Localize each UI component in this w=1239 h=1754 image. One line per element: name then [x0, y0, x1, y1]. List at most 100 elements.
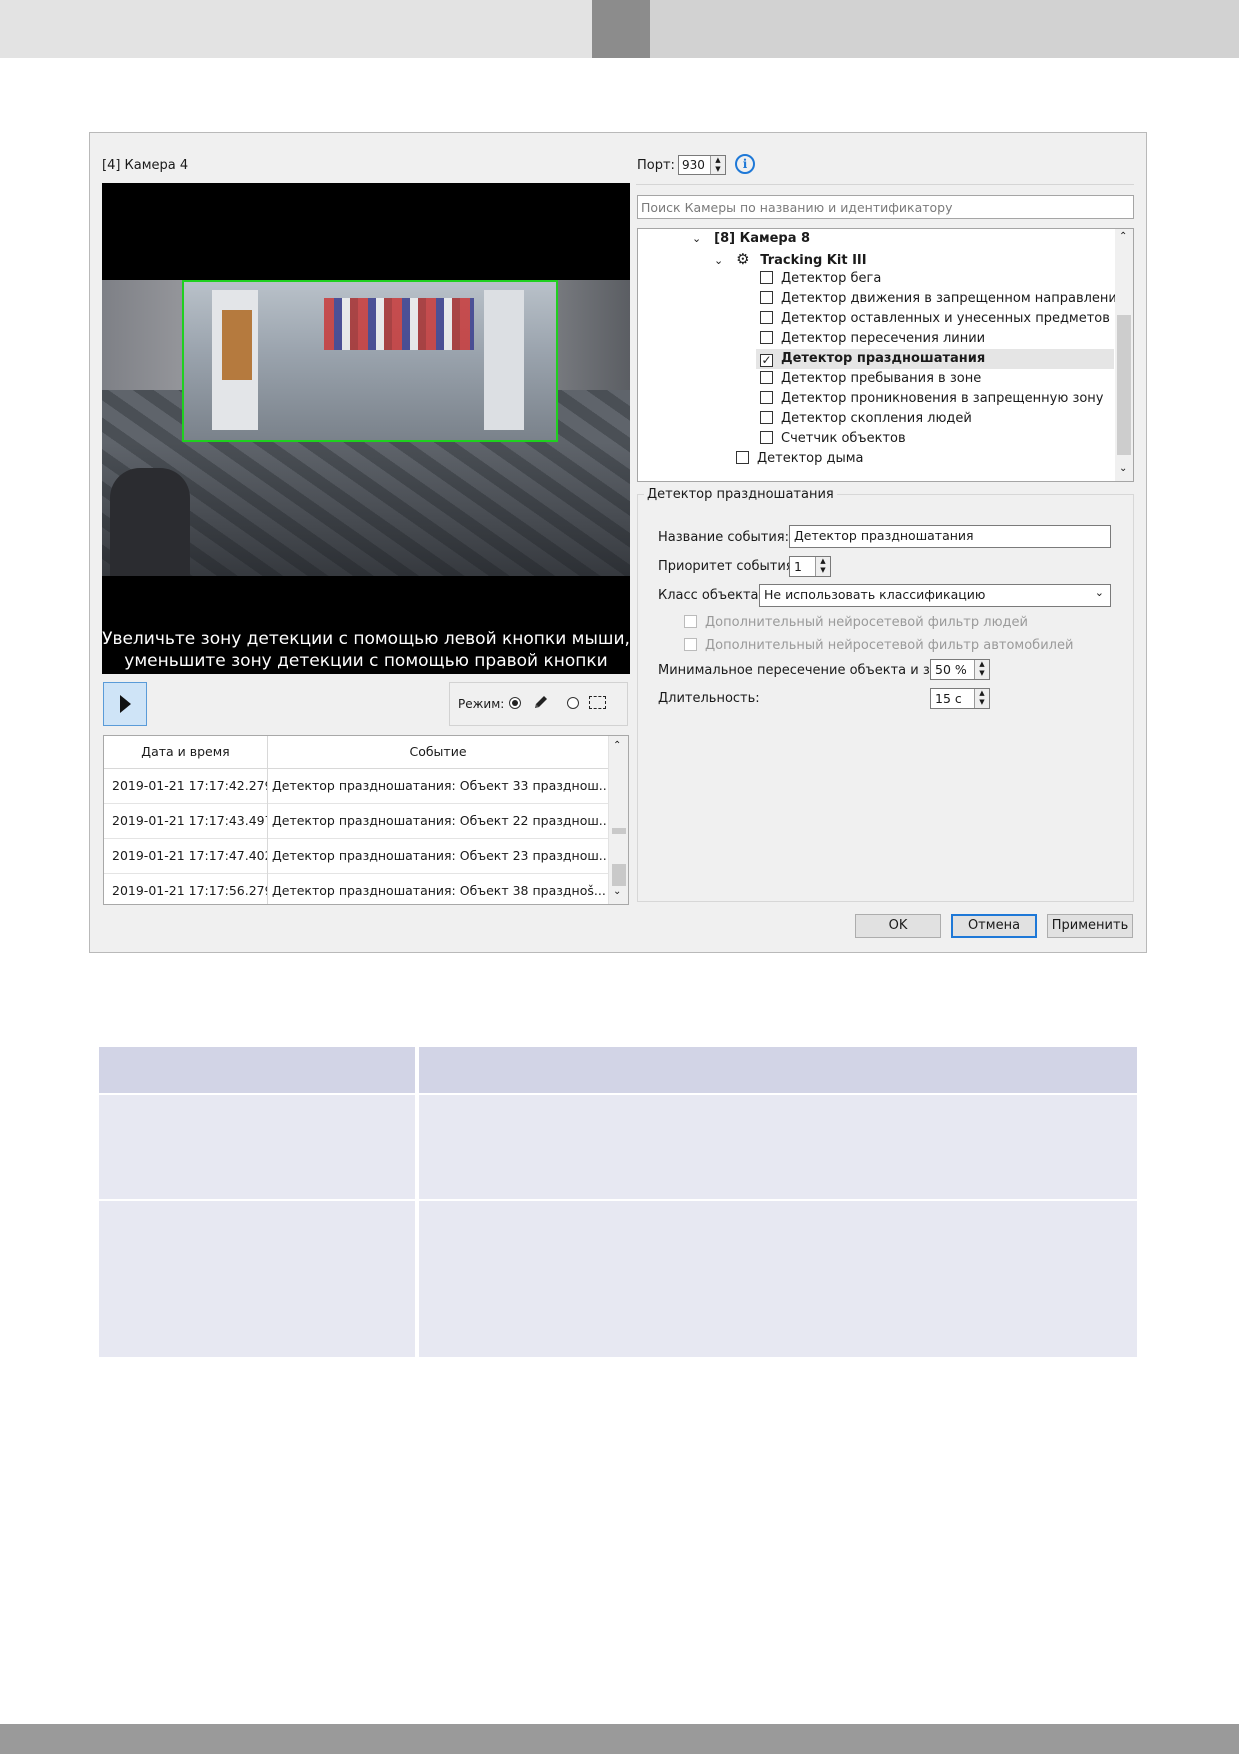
camera-search-input[interactable]: Поиск Камеры по названию и идентификатор… [637, 195, 1134, 219]
port-input[interactable]: 930 ▲ ▼ [678, 155, 726, 175]
tree-item-label: Детектор оставленных и унесенных предмет… [781, 311, 1110, 326]
object-class-select[interactable]: Не использовать классификацию ⌄ [759, 584, 1111, 607]
ok-button[interactable]: OK [855, 914, 941, 938]
table-row[interactable]: 2019-01-21 17:17:42.279 Детектор праздно… [104, 768, 608, 804]
camera-title: [4] Камера 4 [102, 158, 189, 173]
tree-kit-node[interactable]: ⌄ ⚙ Tracking Kit III [714, 249, 867, 269]
column-header-event[interactable]: Событие [268, 736, 608, 768]
chevron-down-icon[interactable]: ⌄ [692, 229, 710, 249]
tree-item-run-detector[interactable]: Детектор бега [760, 269, 881, 289]
priority-label: Приоритет события: [658, 559, 799, 574]
port-value: 930 [682, 158, 705, 172]
checkbox[interactable] [760, 271, 773, 284]
separator [636, 184, 1134, 185]
document-table [99, 1047, 1137, 1357]
table-header-cell [419, 1047, 1137, 1093]
row-time: 2019-01-21 17:17:47.402 [104, 838, 268, 873]
chevron-up-icon[interactable]: ⌃ [1119, 231, 1127, 242]
port-label: Порт: [637, 158, 675, 173]
zone-crowd [324, 298, 474, 350]
duration-label: Длительность: [658, 691, 760, 706]
min-intersection-label: Минимальное пересечение объекта и зоны: [658, 663, 961, 678]
page-header-right [650, 0, 1239, 58]
scrollbar-thumb[interactable] [612, 864, 626, 886]
tree-item-smoke-detector[interactable]: Детектор дыма [736, 449, 864, 469]
apply-button[interactable]: Применить [1047, 914, 1133, 938]
cancel-button[interactable]: Отмена [951, 914, 1037, 938]
car-filter-option[interactable]: Дополнительный нейросетевой фильтр автом… [684, 638, 1073, 653]
tree-item-crowd[interactable]: Детектор скопления людей [760, 409, 972, 429]
scrollbar-mark [612, 828, 626, 834]
car-filter-label: Дополнительный нейросетевой фильтр автом… [705, 638, 1074, 653]
page-header-tab [592, 0, 650, 58]
checkbox[interactable] [760, 331, 773, 344]
checkbox[interactable] [760, 431, 773, 444]
tree-item-label: Детектор пересечения линии [781, 331, 986, 346]
checkbox[interactable] [736, 451, 749, 464]
duration-stepper[interactable]: ▲ ▼ [974, 689, 989, 708]
stepper-up-icon[interactable]: ▲ [711, 156, 725, 165]
table-cell [99, 1201, 415, 1357]
tree-item-line-crossing[interactable]: Детектор пересечения линии [760, 329, 985, 349]
duration-input[interactable]: 15 с ▲ ▼ [930, 688, 990, 709]
tree-camera-node[interactable]: ⌄ [8] Камера 8 [692, 229, 810, 249]
zone-door [222, 310, 252, 380]
stepper-down-icon[interactable]: ▼ [975, 698, 989, 707]
checkbox[interactable] [760, 391, 773, 404]
tree-item-loitering[interactable]: Детектор праздношатания [760, 349, 985, 369]
scrollbar-thumb[interactable] [1117, 315, 1131, 455]
row-time: 2019-01-21 17:17:42.279 [104, 768, 268, 803]
pencil-icon [532, 693, 550, 711]
checkbox-checked[interactable] [760, 354, 773, 367]
tree-item-label: Детектор скопления людей [781, 411, 972, 426]
checkbox-disabled[interactable] [684, 638, 697, 651]
stepper-up-icon[interactable]: ▲ [816, 557, 830, 566]
tree-scrollbar[interactable]: ⌃ ⌄ [1115, 229, 1133, 481]
table-header-cell [99, 1047, 415, 1093]
mode-rect-radio[interactable] [567, 697, 579, 709]
object-class-value: Не использовать классификацию [764, 587, 986, 602]
min-intersection-value: 50 % [935, 662, 967, 677]
priority-input[interactable]: 1 ▲ ▼ [789, 556, 831, 577]
event-name-input[interactable]: Детектор праздношатания [789, 525, 1111, 548]
checkbox[interactable] [760, 411, 773, 424]
tree-item-label: Детектор проникновения в запрещенную зон… [781, 391, 1104, 406]
table-row[interactable]: 2019-01-21 17:17:47.402 Детектор праздно… [104, 838, 608, 874]
stepper-down-icon[interactable]: ▼ [816, 566, 830, 575]
detection-zone[interactable] [182, 280, 558, 442]
stepper-down-icon[interactable]: ▼ [711, 165, 725, 174]
video-preview[interactable]: Увеличьте зону детекции с помощью левой … [102, 183, 630, 674]
min-intersection-input[interactable]: 50 % ▲ ▼ [930, 659, 990, 680]
people-filter-option[interactable]: Дополнительный нейросетевой фильтр людей [684, 615, 1028, 630]
object-class-label: Класс объекта: [658, 588, 763, 603]
stepper-up-icon[interactable]: ▲ [975, 660, 989, 669]
events-scrollbar[interactable]: ⌃ ⌄ [608, 736, 628, 904]
min-intersection-stepper[interactable]: ▲ ▼ [974, 660, 989, 679]
chevron-down-icon[interactable]: ⌄ [613, 886, 621, 897]
table-row[interactable]: 2019-01-21 17:17:43.497 Детектор праздно… [104, 803, 608, 839]
play-button[interactable] [103, 682, 147, 726]
group-title: Детектор праздношатания [644, 487, 837, 502]
tree-item-wrong-direction[interactable]: Детектор движения в запрещенном направле… [760, 289, 1125, 309]
mode-draw-radio[interactable] [509, 697, 521, 709]
info-icon[interactable]: i [735, 154, 755, 174]
stepper-down-icon[interactable]: ▼ [975, 669, 989, 678]
table-cell [99, 1095, 415, 1199]
priority-stepper[interactable]: ▲ ▼ [815, 557, 830, 576]
chevron-up-icon[interactable]: ⌃ [613, 740, 621, 751]
row-event: Детектор праздношатания: Объект 33 празд… [272, 778, 606, 793]
checkbox[interactable] [760, 291, 773, 304]
table-row[interactable]: 2019-01-21 17:17:56.279 Детектор праздно… [104, 873, 608, 904]
column-header-datetime[interactable]: Дата и время [104, 736, 268, 768]
checkbox-disabled[interactable] [684, 615, 697, 628]
stepper-up-icon[interactable]: ▲ [975, 689, 989, 698]
checkbox[interactable] [760, 311, 773, 324]
checkbox[interactable] [760, 371, 773, 384]
tree-item-zone-presence[interactable]: Детектор пребывания в зоне [760, 369, 981, 389]
port-stepper[interactable]: ▲ ▼ [710, 156, 725, 174]
tree-item-intrusion[interactable]: Детектор проникновения в запрещенную зон… [760, 389, 1104, 409]
tree-item-abandoned-objects[interactable]: Детектор оставленных и унесенных предмет… [760, 309, 1110, 329]
chevron-down-icon[interactable]: ⌄ [1119, 463, 1127, 474]
tree-item-object-counter[interactable]: Счетчик объектов [760, 429, 906, 449]
chevron-down-icon[interactable]: ⌄ [714, 251, 732, 271]
